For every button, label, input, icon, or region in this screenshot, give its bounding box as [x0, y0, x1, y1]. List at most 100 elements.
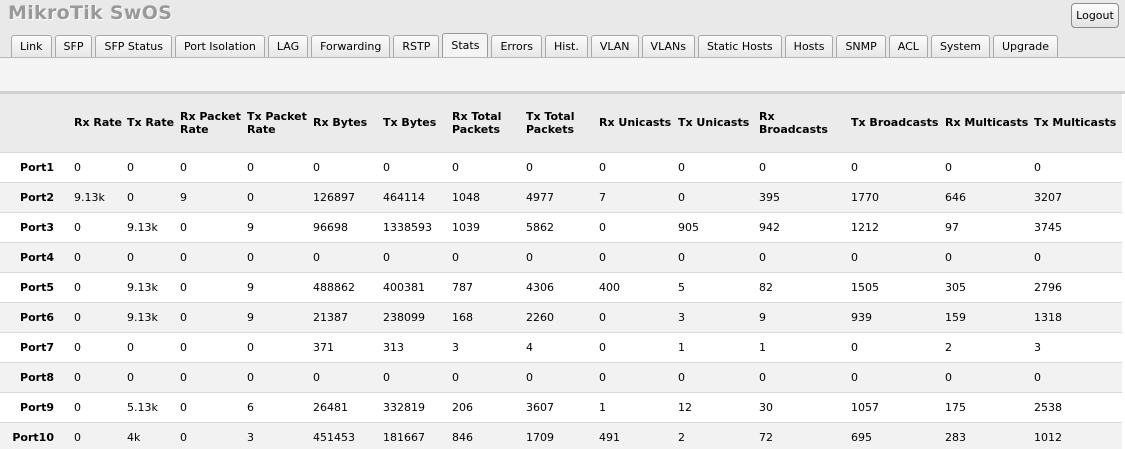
stat-cell: 168	[452, 301, 526, 332]
stat-cell: 0	[452, 241, 526, 272]
stat-cell: 0	[599, 361, 678, 392]
table-row: Port1 0 0 0 0 0 0 0 0 0 0 0 0 0 0	[0, 151, 1122, 182]
stat-cell: 3	[452, 331, 526, 362]
logout-button[interactable]: Logout	[1071, 3, 1119, 28]
stat-cell: 0	[452, 361, 526, 392]
stat-cell: 0	[180, 211, 247, 242]
stat-cell: 0	[526, 151, 599, 182]
stat-cell: 0	[74, 331, 127, 362]
tab-sfp[interactable]: SFP	[54, 35, 93, 58]
port-label: Port1	[0, 151, 74, 182]
stat-cell: 0	[247, 361, 313, 392]
stat-cell: 26481	[313, 391, 383, 422]
tab-rstp[interactable]: RSTP	[393, 35, 440, 58]
stat-cell: 3745	[1034, 211, 1122, 242]
stat-cell: 0	[180, 151, 247, 182]
column-header: Tx Multicasts	[1034, 94, 1122, 152]
tab-stats[interactable]: Stats	[442, 33, 489, 58]
tab-forwarding[interactable]: Forwarding	[311, 35, 391, 58]
stat-cell: 3	[1034, 331, 1122, 362]
port-label: Port2	[0, 181, 74, 212]
tab-hist[interactable]: Hist.	[545, 35, 588, 58]
stat-cell: 0	[74, 391, 127, 422]
stat-cell: 4	[526, 331, 599, 362]
tab-link[interactable]: Link	[11, 35, 52, 58]
tab-vlans[interactable]: VLANs	[641, 35, 695, 58]
tab-port-isolation[interactable]: Port Isolation	[174, 35, 265, 58]
stat-cell: 30	[759, 391, 851, 422]
stat-cell: 0	[1034, 151, 1122, 182]
stat-cell: 0	[127, 151, 180, 182]
column-header: Rx Multicasts	[945, 94, 1034, 152]
column-header: Tx Total Packets	[526, 94, 599, 152]
stat-cell: 5	[678, 271, 759, 302]
table-row: Port7 0 0 0 0 371 313 3 4 0 1 1 0 2 3	[0, 331, 1122, 362]
stat-cell: 0	[180, 271, 247, 302]
stat-cell: 0	[678, 241, 759, 272]
stat-cell: 1039	[452, 211, 526, 242]
stat-cell: 0	[1034, 361, 1122, 392]
stat-cell: 0	[526, 361, 599, 392]
stat-cell: 1057	[851, 391, 945, 422]
tab-upgrade[interactable]: Upgrade	[992, 35, 1058, 58]
stat-cell: 96698	[313, 211, 383, 242]
tab-system[interactable]: System	[930, 35, 990, 58]
stat-cell: 0	[247, 241, 313, 272]
stat-cell: 0	[74, 421, 127, 449]
stat-cell: 1	[599, 391, 678, 422]
stat-cell: 9	[759, 301, 851, 332]
column-header: Tx Unicasts	[678, 94, 759, 152]
stat-cell: 9.13k	[127, 211, 180, 242]
tab-lag[interactable]: LAG	[267, 35, 309, 58]
stat-cell: 2796	[1034, 271, 1122, 302]
column-header	[0, 94, 74, 152]
stat-cell: 0	[180, 421, 247, 449]
stat-cell: 0	[247, 331, 313, 362]
stat-cell: 2	[945, 331, 1034, 362]
stat-cell: 0	[313, 361, 383, 392]
stat-cell: 395	[759, 181, 851, 212]
stat-cell: 0	[945, 361, 1034, 392]
tab-static-hosts[interactable]: Static Hosts	[697, 35, 782, 58]
app-logo: MikroTik SwOS	[8, 2, 173, 24]
stat-cell: 0	[74, 241, 127, 272]
stat-cell: 3	[678, 301, 759, 332]
stat-cell: 9.13k	[127, 301, 180, 332]
stat-cell: 1	[759, 331, 851, 362]
tab-errors[interactable]: Errors	[491, 35, 542, 58]
stat-cell: 488862	[313, 271, 383, 302]
table-row: Port9 0 5.13k 0 6 26481 332819 206 3607 1 12 30 1057…	[0, 391, 1122, 422]
tab-sfp-status[interactable]: SFP Status	[95, 35, 172, 58]
stat-cell: 159	[945, 301, 1034, 332]
column-header: Rx Rate	[74, 94, 127, 152]
stat-cell: 0	[1034, 241, 1122, 272]
stat-cell: 175	[945, 391, 1034, 422]
stat-cell: 72	[759, 421, 851, 449]
tab-acl[interactable]: ACL	[888, 35, 928, 58]
stat-cell: 0	[599, 211, 678, 242]
tab-vlan[interactable]: VLAN	[590, 35, 639, 58]
tab-snmp[interactable]: SNMP	[836, 35, 886, 58]
stat-cell: 451453	[313, 421, 383, 449]
table-row: Port8 0 0 0 0 0 0 0 0 0 0 0 0 0 0	[0, 361, 1122, 392]
stat-cell: 2538	[1034, 391, 1122, 422]
tab-hosts[interactable]: Hosts	[784, 35, 834, 58]
stat-cell: 0	[74, 211, 127, 242]
port-label: Port6	[0, 301, 74, 332]
toolbar	[0, 57, 1125, 91]
stat-cell: 0	[383, 241, 452, 272]
stat-cell: 1	[678, 331, 759, 362]
stat-cell: 0	[127, 241, 180, 272]
stat-cell: 5862	[526, 211, 599, 242]
stat-cell: 305	[945, 271, 1034, 302]
stat-cell: 400	[599, 271, 678, 302]
table-row: Port6 0 9.13k 0 9 21387 238099 168 2260 0 3 9 939 159…	[0, 301, 1122, 332]
stat-cell: 0	[127, 361, 180, 392]
stat-cell: 4k	[127, 421, 180, 449]
stat-cell: 0	[526, 241, 599, 272]
stat-cell: 238099	[383, 301, 452, 332]
stat-cell: 9	[180, 181, 247, 212]
stat-cell: 0	[313, 241, 383, 272]
stat-cell: 942	[759, 211, 851, 242]
stat-cell: 0	[180, 241, 247, 272]
